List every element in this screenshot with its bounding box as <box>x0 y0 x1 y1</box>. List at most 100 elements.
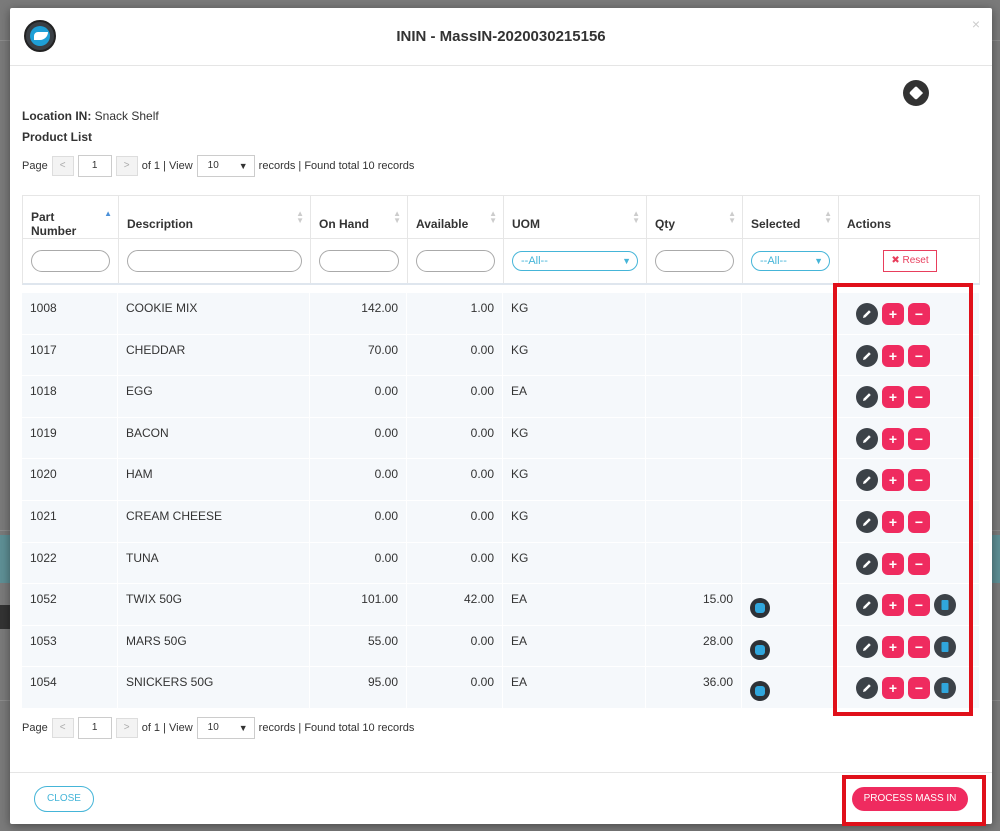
filter-part-number-input[interactable] <box>31 250 110 272</box>
cell-part-number: 1018 <box>22 376 118 417</box>
cell-description: MARS 50G <box>118 625 310 667</box>
cell-on-hand: 95.00 <box>310 667 407 708</box>
pager-page-input[interactable]: 1 <box>77 717 112 739</box>
cell-on-hand: 0.00 <box>310 376 407 417</box>
filter-onhand-cell <box>311 239 408 283</box>
cell-available: 0.00 <box>407 417 503 459</box>
cell-qty <box>646 459 742 500</box>
pager-prev-button[interactable]: < <box>51 718 74 738</box>
cell-description: EGG <box>118 376 310 417</box>
modal-header: ININ - MassIN-2020030215156 × <box>10 8 992 66</box>
filter-description-input[interactable] <box>127 250 302 272</box>
cell-available: 0.00 <box>407 376 503 417</box>
cell-on-hand: 0.00 <box>310 542 407 584</box>
header-label: Available <box>416 217 469 231</box>
cell-available: 0.00 <box>407 542 503 584</box>
cell-description: COOKIE MIX <box>118 293 310 334</box>
header-qty[interactable]: Qty ▲ ▼ <box>647 196 743 238</box>
cell-description: TUNA <box>118 542 310 584</box>
cell-selected <box>742 584 838 625</box>
header-on-hand[interactable]: On Hand ▲ ▼ <box>311 196 408 238</box>
header-available[interactable]: Available ▲ ▼ <box>408 196 504 238</box>
sort-icon: ▲ ▼ <box>489 209 497 225</box>
filter-available-input[interactable] <box>416 250 495 272</box>
pager-next-button[interactable]: > <box>115 156 138 176</box>
cell-available: 0.00 <box>407 334 503 376</box>
cell-on-hand: 55.00 <box>310 625 407 667</box>
header-selected[interactable]: Selected ▲ ▼ <box>743 196 839 238</box>
cell-available: 42.00 <box>407 584 503 625</box>
chevron-down-icon: ▼ <box>814 256 823 266</box>
cell-available: 0.00 <box>407 459 503 500</box>
cell-part-number: 1054 <box>22 667 118 708</box>
header-label: Description <box>127 217 194 231</box>
chevron-down-icon: ▼ <box>622 256 631 266</box>
filter-selected-select[interactable]: --All-- ▼ <box>751 251 830 271</box>
header-uom[interactable]: UOM ▲ ▼ <box>504 196 647 238</box>
reset-button[interactable]: ✖ Reset <box>883 250 937 272</box>
pager-page-input[interactable]: 1 <box>77 155 112 177</box>
filter-qty-input[interactable] <box>655 250 734 272</box>
header-part-number[interactable]: Part Number ▲ <box>23 196 119 238</box>
close-button[interactable]: CLOSE <box>34 786 94 812</box>
header-label: UOM <box>512 217 540 231</box>
filter-uom-select[interactable]: --All-- ▼ <box>512 251 638 271</box>
sort-icon: ▲ ▼ <box>393 209 401 225</box>
pager-page-label: Page <box>22 160 48 172</box>
cell-uom: EA <box>503 625 646 667</box>
highlight-process-box <box>842 775 986 826</box>
pager-bottom: Page < 1 > of 1 | View 10 ▼ records | Fou… <box>22 717 414 739</box>
header-label: Actions <box>847 217 892 231</box>
header-label: Part Number <box>31 210 77 238</box>
highlight-actions-box <box>833 283 973 716</box>
cell-uom: KG <box>503 501 646 542</box>
cell-selected <box>742 334 838 376</box>
cell-part-number: 1017 <box>22 334 118 376</box>
cell-part-number: 1019 <box>22 417 118 459</box>
close-icon[interactable]: × <box>972 16 980 32</box>
pager-records-text: records | Found total 10 records <box>258 722 415 734</box>
sort-icon: ▲ ▼ <box>632 209 640 225</box>
filter-qty-cell <box>647 239 743 283</box>
cell-qty <box>646 376 742 417</box>
sort-icon: ▲ ▼ <box>728 209 736 225</box>
cell-selected <box>742 376 838 417</box>
cell-available: 0.00 <box>407 625 503 667</box>
cell-available: 0.00 <box>407 667 503 708</box>
cell-on-hand: 70.00 <box>310 334 407 376</box>
filter-uom-cell: --All-- ▼ <box>504 239 647 283</box>
cell-uom: KG <box>503 334 646 376</box>
cell-selected <box>742 667 838 708</box>
selected-check-icon[interactable] <box>750 639 770 660</box>
cell-uom: KG <box>503 542 646 584</box>
cell-available: 0.00 <box>407 501 503 542</box>
pager-per-page-select[interactable]: 10 ▼ <box>196 155 255 177</box>
header-label: Selected <box>751 217 801 231</box>
cell-selected <box>742 542 838 584</box>
filter-actions-cell: ✖ Reset <box>839 239 981 283</box>
pager-of-text: of 1 | View <box>141 722 193 734</box>
cell-available: 1.00 <box>407 293 503 334</box>
pager-next-button[interactable]: > <box>115 718 138 738</box>
selected-check-icon[interactable] <box>750 681 770 702</box>
filter-on-hand-input[interactable] <box>319 250 399 272</box>
table-filter-row: --All-- ▼ --All-- ▼ ✖ Reset <box>22 239 980 285</box>
selected-check-icon[interactable] <box>750 598 770 619</box>
filter-part-cell <box>23 239 119 283</box>
cell-description: CHEDDAR <box>118 334 310 376</box>
pager-top: Page < 1 > of 1 | View 10 ▼ records | Fou… <box>22 155 414 177</box>
cell-part-number: 1021 <box>22 501 118 542</box>
cell-qty <box>646 334 742 376</box>
cell-uom: KG <box>503 417 646 459</box>
chevron-down-icon: ▼ <box>238 723 248 733</box>
sort-asc-icon: ▲ <box>104 209 112 218</box>
cell-uom: KG <box>503 459 646 500</box>
pager-per-page-select[interactable]: 10 ▼ <box>196 717 255 739</box>
cell-part-number: 1008 <box>22 293 118 334</box>
header-description[interactable]: Description ▲ ▼ <box>119 196 311 238</box>
location-info: Location IN: Snack Shelf <box>22 109 159 123</box>
cell-part-number: 1053 <box>22 625 118 667</box>
pager-prev-button[interactable]: < <box>51 156 74 176</box>
tag-icon[interactable] <box>903 80 929 106</box>
header-label: Qty <box>655 217 676 231</box>
